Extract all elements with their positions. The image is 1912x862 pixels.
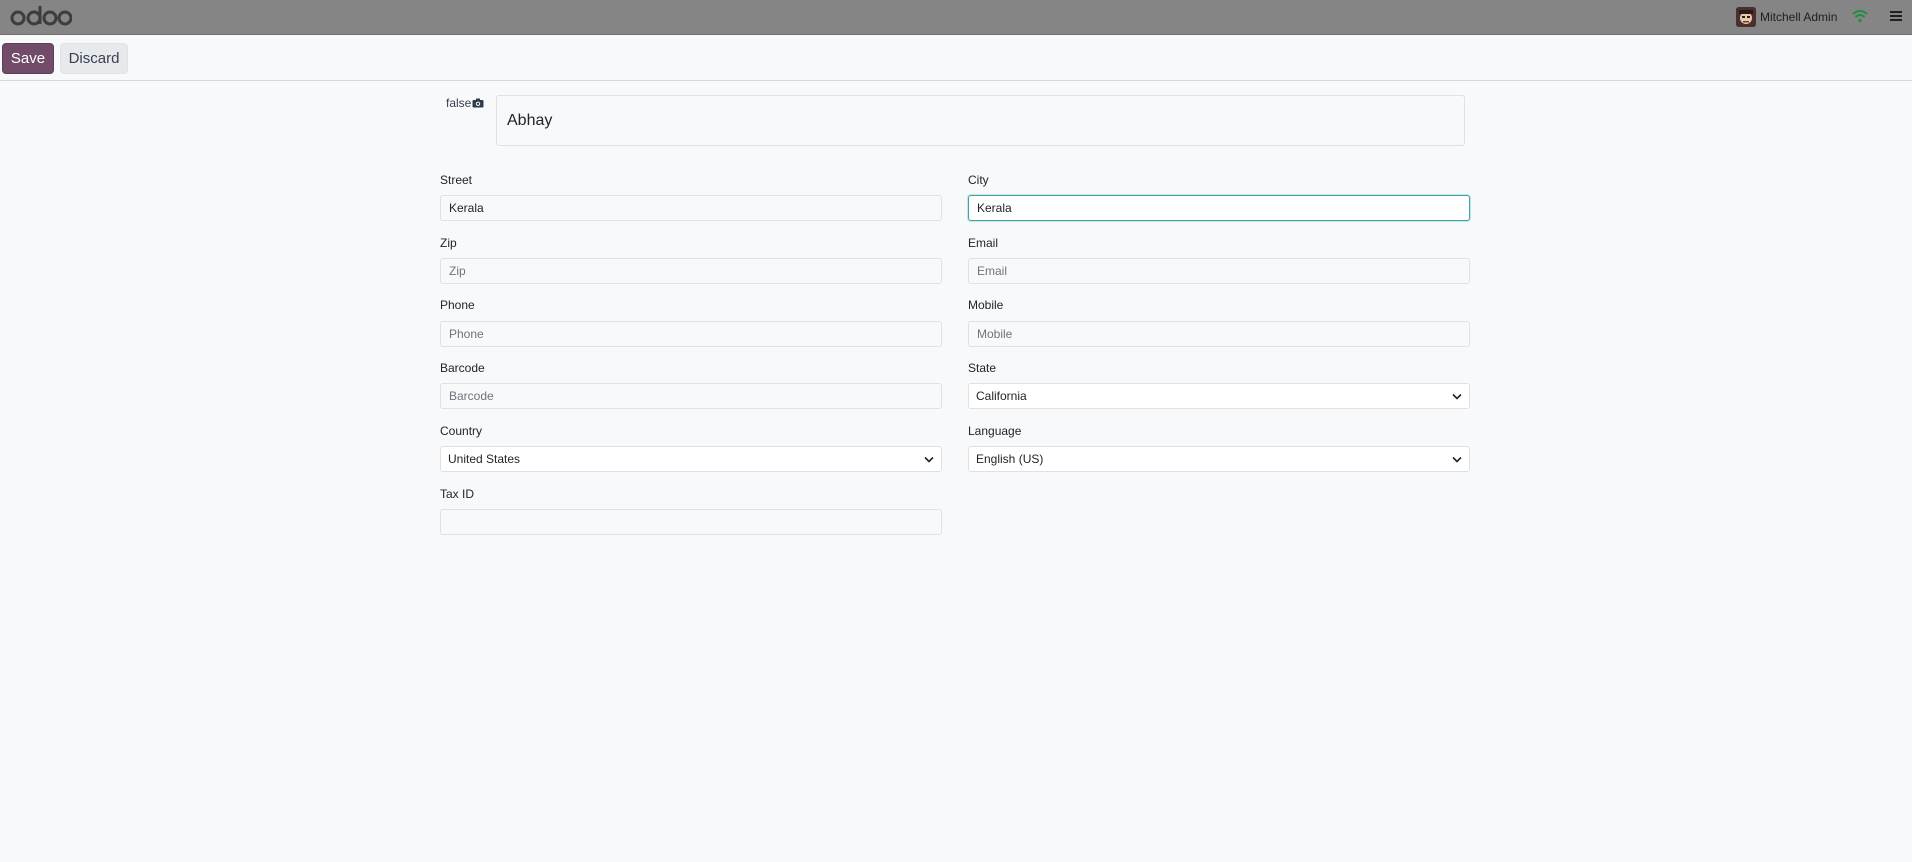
avatar-upload[interactable]: false [446, 96, 484, 110]
hamburger-menu-icon[interactable] [1889, 9, 1903, 23]
name-field[interactable]: Abhay [496, 95, 1465, 146]
odoo-logo[interactable] [10, 5, 72, 29]
zip-label: Zip [440, 236, 457, 250]
avatar-placeholder-text: false [446, 96, 472, 110]
state-selected-value: California [976, 389, 1027, 403]
country-label: Country [440, 424, 483, 438]
city-input[interactable] [968, 195, 1470, 221]
mobile-input[interactable] [968, 321, 1470, 347]
control-panel: Save Discard [0, 35, 1912, 81]
email-label: Email [968, 236, 999, 250]
user-name: Mitchell Admin [1760, 10, 1838, 24]
mobile-label: Mobile [968, 298, 1004, 312]
wifi-icon [1852, 10, 1868, 23]
street-label: Street [440, 173, 473, 187]
chevron-down-icon [1452, 393, 1462, 400]
state-label: State [968, 361, 997, 375]
chevron-down-icon [924, 456, 934, 463]
zip-input[interactable] [440, 258, 942, 284]
user-menu[interactable]: Mitchell Admin [1736, 6, 1837, 28]
city-label: City [968, 173, 989, 187]
phone-label: Phone [440, 298, 475, 312]
barcode-input[interactable] [440, 383, 942, 409]
phone-input[interactable] [440, 321, 942, 347]
language-selected-value: English (US) [976, 452, 1044, 466]
name-value: Abhay [507, 111, 553, 129]
chevron-down-icon [1452, 456, 1462, 463]
tax-id-label: Tax ID [440, 487, 475, 501]
tax-id-input[interactable] [440, 509, 942, 535]
camera-icon[interactable] [472, 98, 484, 108]
user-avatar [1736, 7, 1756, 27]
save-button[interactable]: Save [2, 43, 54, 74]
email-input[interactable] [968, 258, 1470, 284]
language-label: Language [968, 424, 1022, 438]
barcode-label: Barcode [440, 361, 485, 375]
top-navbar: Mitchell Admin [0, 0, 1912, 35]
country-selected-value: United States [448, 452, 521, 466]
country-select[interactable]: United States [440, 446, 942, 472]
language-select[interactable]: English (US) [968, 446, 1470, 472]
discard-button[interactable]: Discard [60, 43, 128, 74]
state-select[interactable]: California [968, 383, 1470, 409]
street-input[interactable] [440, 195, 942, 221]
